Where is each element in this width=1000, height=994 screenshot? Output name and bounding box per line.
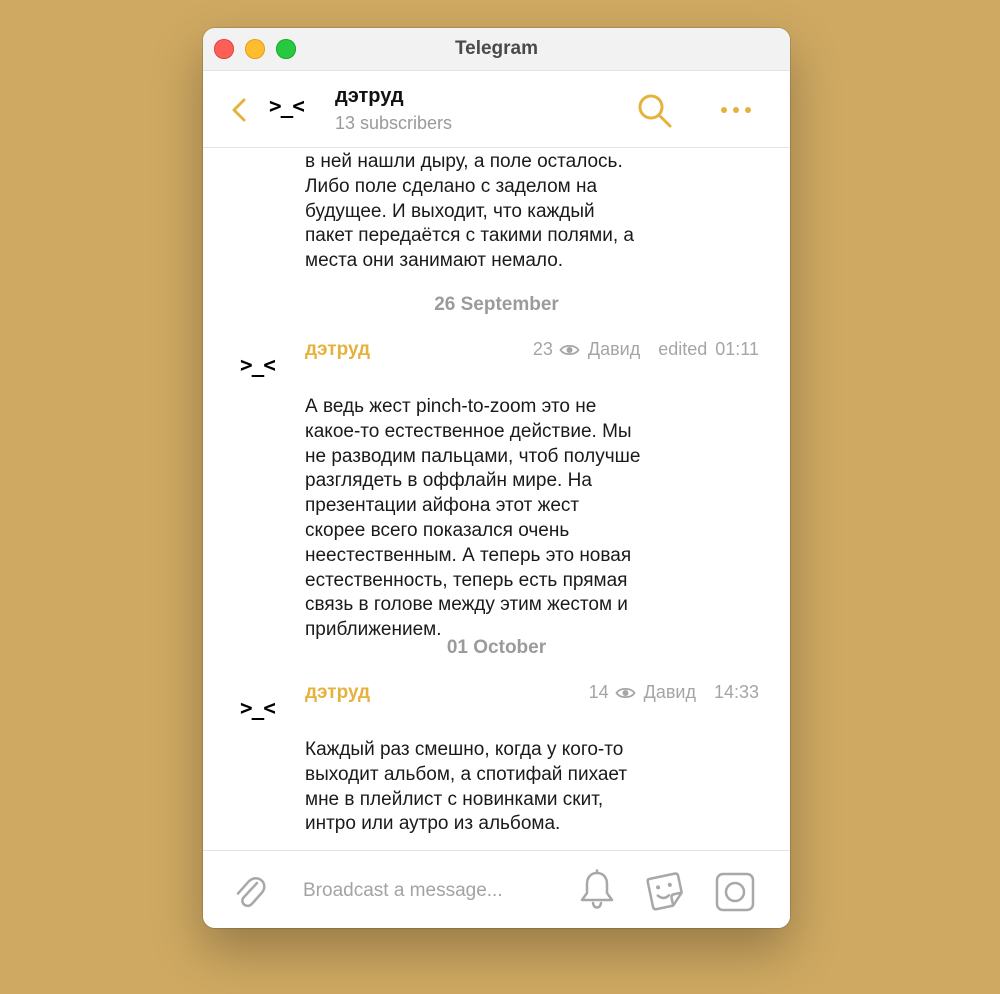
title-bar: Telegram: [203, 28, 790, 71]
message-composer: [203, 850, 790, 928]
window-title: Telegram: [454, 38, 539, 59]
telegram-window: Telegram >_< дэтруд 13 subscribers в ней…: [203, 28, 790, 928]
eye-icon: [615, 687, 636, 698]
notifications-button[interactable]: [577, 869, 617, 911]
video-message-button[interactable]: [715, 872, 755, 912]
message-author[interactable]: дэтруд: [305, 682, 370, 704]
more-options-button[interactable]: [719, 101, 753, 119]
post-signature: Давид: [643, 682, 696, 702]
message-text: Каждый раз смешно, когда у кого-то выход…: [305, 739, 628, 835]
message-text: А ведь жест pinch-to-zoom это не какое-т…: [305, 396, 641, 641]
date-separator: 26 September: [434, 294, 559, 315]
sticker-icon: [646, 872, 683, 911]
edited-label: edited: [658, 339, 708, 359]
channel-avatar[interactable]: >_<: [269, 94, 305, 118]
paperclip-icon: [236, 877, 266, 908]
message-avatar[interactable]: >_<: [240, 353, 276, 377]
message-meta: 14 Давид 14:33: [589, 682, 759, 703]
search-button[interactable]: [637, 93, 673, 129]
message-input[interactable]: [303, 877, 563, 905]
subscriber-count: 13 subscribers: [335, 113, 453, 133]
date-separator: 01 October: [446, 637, 547, 658]
message-list[interactable]: в ней нашли дыру, а поле осталось. Либо …: [203, 148, 790, 850]
view-count: 14: [588, 682, 609, 702]
message-time: 14:33: [713, 682, 759, 702]
message-time: 01:11: [715, 339, 759, 359]
channel-name[interactable]: дэтруд: [335, 85, 404, 108]
eye-icon: [559, 344, 580, 355]
sticker-button[interactable]: [644, 870, 686, 912]
message-meta: 23 Давид edited 01:11: [533, 339, 759, 360]
attach-button[interactable]: [233, 871, 267, 911]
search-icon: [638, 94, 672, 128]
chat-header: >_< дэтруд 13 subscribers: [203, 71, 790, 148]
more-dots-icon: [721, 107, 751, 113]
post-signature: Давид: [587, 339, 641, 359]
bell-icon: [580, 869, 614, 909]
back-button[interactable]: [227, 95, 251, 125]
message-text-continued: в ней нашли дыру, а поле осталось. Либо …: [305, 151, 634, 272]
message-avatar[interactable]: >_<: [240, 696, 276, 720]
view-count: 23: [532, 339, 553, 359]
chevron-left-icon: [232, 98, 246, 122]
message-author[interactable]: дэтруд: [305, 339, 370, 361]
camera-icon: [715, 872, 755, 912]
